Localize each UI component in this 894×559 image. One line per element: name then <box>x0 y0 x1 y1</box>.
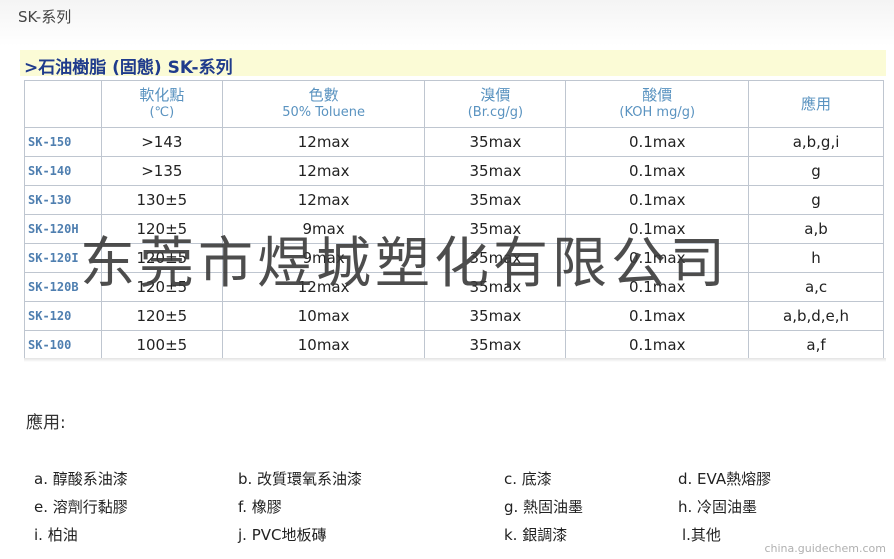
softening-point-cell: >143 <box>100 127 223 157</box>
application-item: a. 醇酸系油漆 <box>34 470 128 488</box>
table-row: SK-100 100±5 10max 35max 0.1max a,f <box>24 330 884 360</box>
acid-value-cell: 0.1max <box>565 330 750 360</box>
application-cell: a,c <box>748 272 884 302</box>
application-item: l.其他 <box>682 526 721 544</box>
header-color-number: 色數 50% Toluene <box>221 80 426 128</box>
application-cell: a,b,g,i <box>748 127 884 157</box>
application-item: e. 溶劑行黏膠 <box>34 498 128 516</box>
table-row: SK-130 130±5 12max 35max 0.1max g <box>24 185 884 215</box>
application-item: i. 柏油 <box>34 526 78 544</box>
softening-point-cell: 120±5 <box>100 243 223 273</box>
applications-heading: 應用: <box>26 413 66 433</box>
application-item: k. 銀調漆 <box>504 526 568 544</box>
color-number-cell: 12max <box>221 272 426 302</box>
softening-point-cell: 130±5 <box>100 185 223 215</box>
application-item: f. 橡膠 <box>238 498 282 516</box>
bromine-value-cell: 35max <box>424 214 567 244</box>
header-label: 軟化點 <box>139 86 185 104</box>
header-model <box>24 80 102 128</box>
header-unit: (Br.cg/g) <box>467 105 524 120</box>
model-cell: SK-140 <box>24 156 102 186</box>
softening-point-cell: 100±5 <box>100 330 223 360</box>
application-item: b. 改質環氧系油漆 <box>238 470 363 488</box>
table-row: SK-120B 120±5 12max 35max 0.1max a,c <box>24 272 884 302</box>
acid-value-cell: 0.1max <box>565 127 750 157</box>
bromine-value-cell: 35max <box>424 243 567 273</box>
application-cell: a,b <box>748 214 884 244</box>
color-number-cell: 9max <box>221 243 426 273</box>
table-row: SK-150 >143 12max 35max 0.1max a,b,g,i <box>24 127 884 157</box>
softening-point-cell: 120±5 <box>100 301 223 331</box>
page-label: SK-系列 <box>18 8 72 26</box>
color-number-cell: 9max <box>221 214 426 244</box>
softening-point-cell: 120±5 <box>100 214 223 244</box>
softening-point-cell: >135 <box>100 156 223 186</box>
header-label: 溴價 <box>480 86 511 104</box>
page-title: >石油樹脂 (固態) SK-系列 <box>24 58 233 78</box>
header-label: 應用 <box>801 95 832 113</box>
table-row: SK-120I 120±5 9max 35max 0.1max h <box>24 243 884 273</box>
bromine-value-cell: 35max <box>424 301 567 331</box>
header-bromine-value: 溴價 (Br.cg/g) <box>424 80 567 128</box>
color-number-cell: 10max <box>221 330 426 360</box>
header-label: 色數 <box>308 86 339 104</box>
bromine-value-cell: 35max <box>424 127 567 157</box>
table-header-row: 軟化點 (℃) 色數 50% Toluene 溴價 (Br.cg/g) 酸價 (… <box>24 80 884 128</box>
acid-value-cell: 0.1max <box>565 243 750 273</box>
model-cell: SK-120I <box>24 243 102 273</box>
header-acid-value: 酸價 (KOH mg/g) <box>565 80 750 128</box>
acid-value-cell: 0.1max <box>565 156 750 186</box>
header-softening-point: 軟化點 (℃) <box>100 80 223 128</box>
acid-value-cell: 0.1max <box>565 272 750 302</box>
application-cell: g <box>748 185 884 215</box>
application-cell: h <box>748 243 884 273</box>
model-cell: SK-120H <box>24 214 102 244</box>
model-cell: SK-130 <box>24 185 102 215</box>
site-watermark: china.guidechem.com <box>764 542 886 555</box>
application-cell: a,b,d,e,h <box>748 301 884 331</box>
model-cell: SK-120B <box>24 272 102 302</box>
model-cell: SK-150 <box>24 127 102 157</box>
table-row: SK-140 >135 12max 35max 0.1max g <box>24 156 884 186</box>
color-number-cell: 12max <box>221 185 426 215</box>
top-gradient <box>0 0 894 46</box>
table-row: SK-120H 120±5 9max 35max 0.1max a,b <box>24 214 884 244</box>
acid-value-cell: 0.1max <box>565 185 750 215</box>
header-unit: 50% Toluene <box>282 105 366 120</box>
color-number-cell: 10max <box>221 301 426 331</box>
bromine-value-cell: 35max <box>424 185 567 215</box>
header-unit: (℃) <box>149 105 175 120</box>
application-item: g. 熱固油墨 <box>504 498 584 516</box>
acid-value-cell: 0.1max <box>565 301 750 331</box>
table-shadow <box>24 358 886 362</box>
table-row: SK-120 120±5 10max 35max 0.1max a,b,d,e,… <box>24 301 884 331</box>
application-item: j. PVC地板磚 <box>238 526 327 544</box>
color-number-cell: 12max <box>221 156 426 186</box>
header-application: 應用 <box>748 80 884 128</box>
application-item: c. 底漆 <box>504 470 552 488</box>
header-label: 酸價 <box>642 86 673 104</box>
application-item: d. EVA熱熔膠 <box>678 470 772 488</box>
bromine-value-cell: 35max <box>424 330 567 360</box>
color-number-cell: 12max <box>221 127 426 157</box>
title-bar: >石油樹脂 (固態) SK-系列 <box>20 50 886 78</box>
application-cell: g <box>748 156 884 186</box>
spec-table: 軟化點 (℃) 色數 50% Toluene 溴價 (Br.cg/g) 酸價 (… <box>24 80 884 360</box>
application-item: h. 冷固油墨 <box>678 498 758 516</box>
acid-value-cell: 0.1max <box>565 214 750 244</box>
model-cell: SK-120 <box>24 301 102 331</box>
bromine-value-cell: 35max <box>424 272 567 302</box>
softening-point-cell: 120±5 <box>100 272 223 302</box>
model-cell: SK-100 <box>24 330 102 360</box>
bromine-value-cell: 35max <box>424 156 567 186</box>
header-unit: (KOH mg/g) <box>619 105 696 120</box>
application-cell: a,f <box>748 330 884 360</box>
